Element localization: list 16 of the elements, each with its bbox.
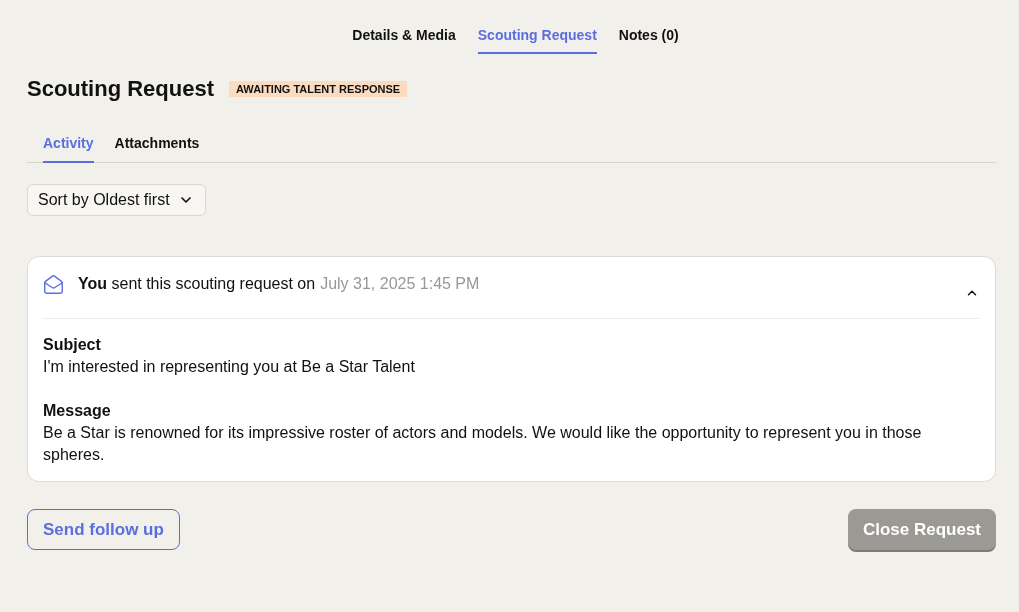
field-value: Be a Star is renowned for its impressive roster of actors and models. We would like the opportunity to represent you in those spheres. — [43, 423, 923, 465]
follow-up-button[interactable]: Send follow up — [27, 509, 180, 550]
activity-summary: You sent this scouting request on — [78, 274, 316, 294]
activity-timestamp: July 31, 2025 1:45 PM — [320, 274, 480, 294]
field-value: I'm interested in representing you at Be a Star Talent — [43, 357, 416, 377]
sort-dropdown[interactable]: Sort by Oldest first — [27, 184, 206, 216]
field-label: Subject — [43, 335, 102, 355]
page-tab[interactable]: Details & Media — [352, 18, 456, 54]
page-title: Scouting Request — [27, 75, 214, 103]
section-tab[interactable]: Attachments — [114, 133, 200, 163]
page-tab[interactable]: Scouting Request — [477, 18, 597, 54]
status-badge: AWAITING TALENT RESPONSE — [229, 81, 408, 97]
field-label: Message — [43, 401, 112, 421]
page-tab[interactable]: Notes (0) — [618, 18, 679, 54]
envelope-icon — [43, 274, 64, 295]
section-tab[interactable]: Activity — [43, 133, 94, 163]
